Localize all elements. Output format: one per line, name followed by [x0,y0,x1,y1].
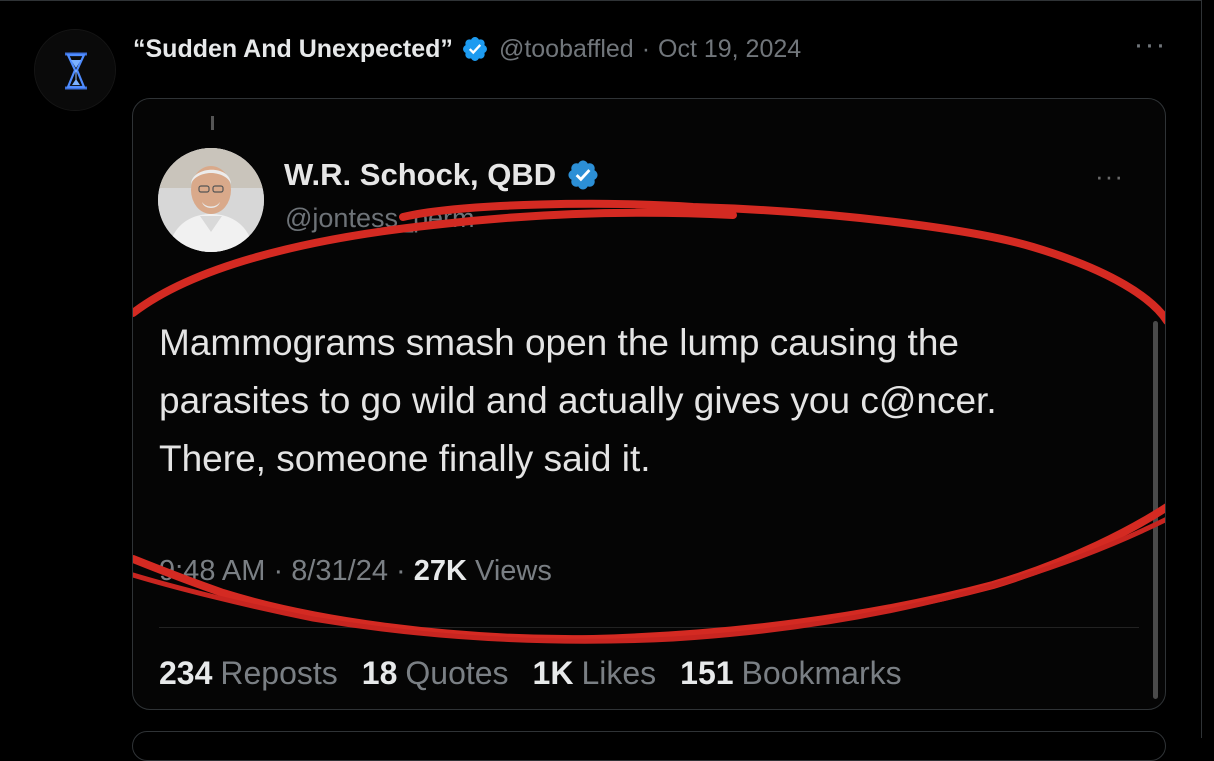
screenshot-meta: 9:48 AM · 8/31/24 · 27K Views [159,555,552,588]
author-handle[interactable]: @toobaffled [499,35,634,64]
body-line: There, someone finally said it. [159,438,651,479]
stat-label: Quotes [405,655,509,691]
screenshot-display-name: W.R. Schock, QBD [284,157,557,192]
tweet[interactable]: “Sudden And Unexpected” @toobaffled · Oc… [0,0,1202,761]
stat-count: 151 [680,655,734,691]
more-options-button[interactable]: ··· [1130,30,1170,67]
author-display-name[interactable]: “Sudden And Unexpected” [133,35,453,64]
screenshot-body-text: Mammograms smash open the lump causing t… [159,314,1139,488]
screenshot-date: 8/31/24 [291,555,388,587]
stat-count: 234 [159,655,213,691]
verified-badge-icon [568,160,598,190]
thread-line [211,116,214,130]
screenshot-handle: @jontess_perm [285,203,475,233]
stat-reposts: 234 Reposts [159,655,338,692]
body-line: Mammograms smash open the lump causing t… [159,322,959,363]
stat-label: Bookmarks [741,655,902,691]
scrollbar [1153,321,1158,699]
stat-likes: 1K Likes [533,655,657,692]
person-photo-icon [158,148,264,252]
stat-quotes: 18 Quotes [362,655,509,692]
screenshot-author-avatar [158,148,264,252]
stat-count: 18 [361,655,398,691]
stat-bookmarks: 151 Bookmarks [680,655,901,692]
hourglass-icon [35,30,115,110]
divider [159,627,1139,628]
views-label: Views [475,555,552,587]
screenshot-more-icon: ··· [1095,161,1124,191]
screenshot-content: W.R. Schock, QBD @jontess_perm ··· Mammo… [133,99,1165,709]
stat-label: Likes [581,655,657,691]
screenshot-name-row: W.R. Schock, QBD [284,157,600,193]
attached-image[interactable]: W.R. Schock, QBD @jontess_perm ··· Mammo… [132,98,1166,710]
screenshot-stats: 234 Reposts 18 Quotes 1K Likes 151 Bookmarks [159,655,902,692]
stat-label: Reposts [220,655,338,691]
verified-badge-icon [462,37,487,61]
screenshot-time: 9:48 AM [159,555,266,587]
next-media-card-edge [132,731,1166,761]
tweet-header: “Sudden And Unexpected” @toobaffled · Oc… [133,31,801,67]
meta-separator: · [396,555,406,587]
body-line: parasites to go wild and actually gives … [159,380,997,421]
author-avatar[interactable] [34,29,116,111]
stat-count: 1K [532,655,574,691]
post-date[interactable]: Oct 19, 2024 [658,35,801,64]
header-separator: · [641,34,651,63]
meta-separator: · [273,555,284,587]
views-count: 27K [413,555,467,587]
